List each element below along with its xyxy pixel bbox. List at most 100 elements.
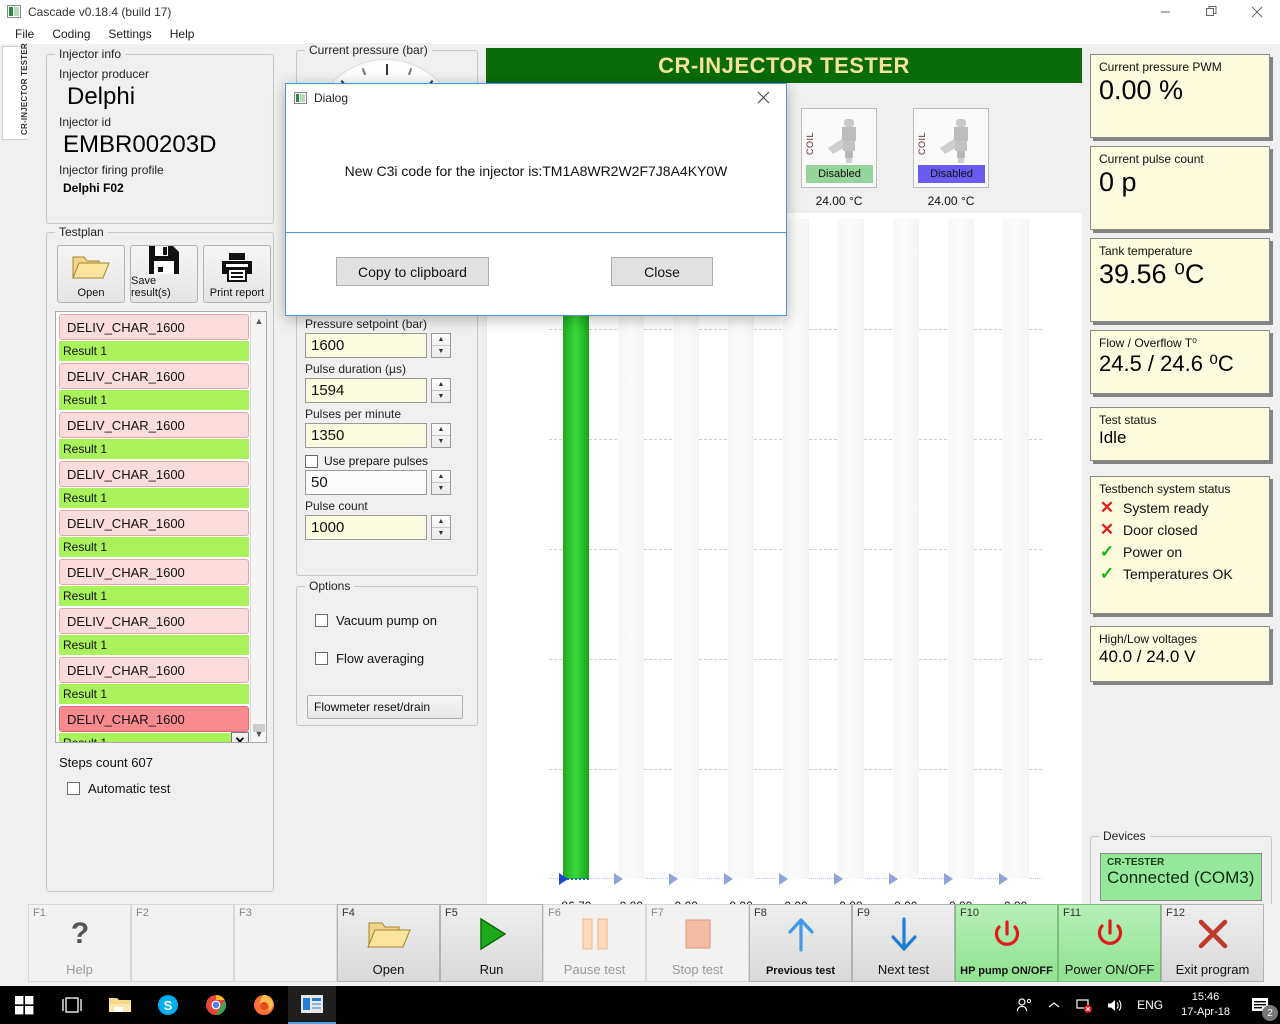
flow-averaging-checkbox-row[interactable]: Flow averaging <box>315 651 424 666</box>
testplan-result[interactable]: Result 1 <box>59 439 249 459</box>
automatic-test-checkbox-row[interactable]: Automatic test <box>67 781 170 796</box>
stepper-down-icon[interactable]: ▼ <box>432 391 450 402</box>
fkey-pause-test[interactable]: F6 Pause test <box>543 904 646 982</box>
chart-marker[interactable] <box>724 873 734 885</box>
testplan-step[interactable]: DELIV_CHAR_1600 <box>59 608 249 634</box>
parameter-stepper[interactable]: ▲ ▼ <box>431 470 451 495</box>
chart-marker[interactable] <box>998 873 1008 885</box>
vacuum-pump-checkbox-row[interactable]: Vacuum pump on <box>315 613 437 628</box>
stepper-up-icon[interactable]: ▲ <box>432 334 450 346</box>
minimize-button[interactable] <box>1142 0 1188 23</box>
injector-card-1[interactable]: COIL Disabled <box>801 108 877 188</box>
menu-item-file[interactable]: File <box>6 24 43 44</box>
testplan-step[interactable]: DELIV_CHAR_1600 <box>59 657 249 683</box>
testplan-scrollbar[interactable]: ▲ ▼ <box>250 312 266 742</box>
tray-clock[interactable]: 15:46 17-Apr-18 <box>1171 990 1240 1020</box>
chevron-down-icon[interactable]: ▼ <box>251 725 266 742</box>
chart-marker[interactable] <box>943 873 953 885</box>
testplan-step[interactable]: DELIV_CHAR_1600 <box>59 412 249 438</box>
chart-marker[interactable] <box>614 873 624 885</box>
fkey-open[interactable]: F4 Open <box>337 904 440 982</box>
menu-item-help[interactable]: Help <box>161 24 204 44</box>
stepper-down-icon[interactable]: ▼ <box>432 436 450 447</box>
volume-icon[interactable] <box>1099 986 1129 1024</box>
parameter-stepper[interactable]: ▲ ▼ <box>431 423 451 448</box>
file-explorer-button[interactable] <box>96 986 144 1024</box>
fkey-hp-pump-on-off[interactable]: F10 HP pump ON/OFF <box>955 904 1058 982</box>
delete-x-icon[interactable]: ✕ <box>231 732 249 742</box>
vacuum-pump-checkbox[interactable] <box>315 614 328 627</box>
use-prepare-pulses-checkbox[interactable] <box>305 454 318 468</box>
dialog-close-icon[interactable] <box>741 84 786 111</box>
automatic-test-checkbox[interactable] <box>67 782 80 795</box>
fkey-run[interactable]: F5 Run <box>440 904 543 982</box>
testplan-open-button[interactable]: Open <box>57 245 125 303</box>
start-button[interactable] <box>0 986 48 1024</box>
testplan-step[interactable]: DELIV_CHAR_1600 <box>59 314 249 340</box>
testplan-list[interactable]: DELIV_CHAR_1600 Result 1 DELIV_CHAR_1600 Re… <box>55 311 267 743</box>
use-prepare-pulses-row[interactable]: Use prepare pulses <box>305 454 477 468</box>
parameter-stepper[interactable]: ▲ ▼ <box>431 515 451 540</box>
chart-marker[interactable] <box>833 873 843 885</box>
testplan-step[interactable]: DELIV_CHAR_1600 <box>59 461 249 487</box>
chart-marker[interactable] <box>779 873 788 885</box>
testplan-result[interactable]: Result 1 <box>59 684 249 704</box>
fkey-previous-test[interactable]: F8 Previous test <box>749 904 852 982</box>
testplan-result[interactable]: Result 1 <box>59 635 249 655</box>
stepper-up-icon[interactable]: ▲ <box>432 516 450 528</box>
testplan-result[interactable]: Result 1 <box>59 488 249 508</box>
device-cr-tester[interactable]: CR-TESTER Connected (COM3) <box>1100 853 1262 901</box>
chart-marker[interactable] <box>559 873 569 885</box>
stepper-down-icon[interactable]: ▼ <box>432 483 450 494</box>
testplan-step[interactable]: DELIV_CHAR_1600 <box>59 706 249 732</box>
testplan-save-button[interactable]: Save result(s) <box>130 245 198 303</box>
parameter-stepper[interactable]: ▲ ▼ <box>431 378 451 403</box>
fkey-next-test[interactable]: F9 Next test <box>852 904 955 982</box>
fkey-stop-test[interactable]: F7 Stop test <box>646 904 749 982</box>
menu-item-settings[interactable]: Settings <box>99 24 160 44</box>
side-tab-cr-injector-tester[interactable]: CR-INJECTOR TESTER <box>2 43 29 140</box>
testplan-step[interactable]: DELIV_CHAR_1600 <box>59 559 249 585</box>
testplan-result[interactable]: Result 1 <box>59 390 249 410</box>
testplan-result[interactable]: Result 1 <box>59 537 249 557</box>
fkey-exit-program[interactable]: F12 Exit program <box>1161 904 1264 982</box>
testplan-result[interactable]: Result 1 ✕ <box>59 732 249 742</box>
stepper-up-icon[interactable]: ▲ <box>432 424 450 436</box>
stepper-up-icon[interactable]: ▲ <box>432 471 450 483</box>
parameter-input[interactable]: 1594 <box>305 378 427 403</box>
close-button[interactable] <box>1234 0 1280 23</box>
show-hidden-icons-icon[interactable] <box>1039 986 1069 1024</box>
fkey-help[interactable]: F1? Help <box>28 904 131 982</box>
injector-card-2[interactable]: COIL Disabled <box>913 108 989 188</box>
stepper-up-icon[interactable]: ▲ <box>432 379 450 391</box>
cascade-taskbar-button[interactable] <box>288 986 336 1024</box>
testplan-print-button[interactable]: Print report <box>203 245 271 303</box>
firefox-button[interactable] <box>240 986 288 1024</box>
stepper-down-icon[interactable]: ▼ <box>432 346 450 357</box>
skype-button[interactable]: S <box>144 986 192 1024</box>
menu-item-coding[interactable]: Coding <box>43 24 99 44</box>
people-icon[interactable] <box>1009 986 1039 1024</box>
copy-to-clipboard-button[interactable]: Copy to clipboard <box>336 257 489 286</box>
fkey-power-on-off[interactable]: F11 Power ON/OFF <box>1058 904 1161 982</box>
maximize-button[interactable] <box>1188 0 1234 23</box>
task-view-button[interactable] <box>48 986 96 1024</box>
chart-marker[interactable] <box>669 873 679 885</box>
flowmeter-reset-drain-button[interactable]: Flowmeter reset/drain <box>307 695 463 719</box>
testplan-step[interactable]: DELIV_CHAR_1600 <box>59 510 249 536</box>
parameter-input[interactable]: 1600 <box>305 333 427 358</box>
chrome-button[interactable] <box>192 986 240 1024</box>
parameter-input[interactable]: 50 <box>305 470 427 495</box>
parameter-input[interactable]: 1000 <box>305 515 427 540</box>
chevron-up-icon[interactable]: ▲ <box>251 312 266 329</box>
chart-marker[interactable] <box>888 873 898 885</box>
dialog-close-button[interactable]: Close <box>611 257 713 286</box>
testplan-step[interactable]: DELIV_CHAR_1600 <box>59 363 249 389</box>
parameter-input[interactable]: 1350 <box>305 423 427 448</box>
testplan-result[interactable]: Result 1 <box>59 341 249 361</box>
testplan-result[interactable]: Result 1 <box>59 586 249 606</box>
tray-language[interactable]: ENG <box>1129 998 1171 1012</box>
flow-averaging-checkbox[interactable] <box>315 652 328 665</box>
stepper-down-icon[interactable]: ▼ <box>432 528 450 539</box>
parameter-stepper[interactable]: ▲ ▼ <box>431 333 451 358</box>
